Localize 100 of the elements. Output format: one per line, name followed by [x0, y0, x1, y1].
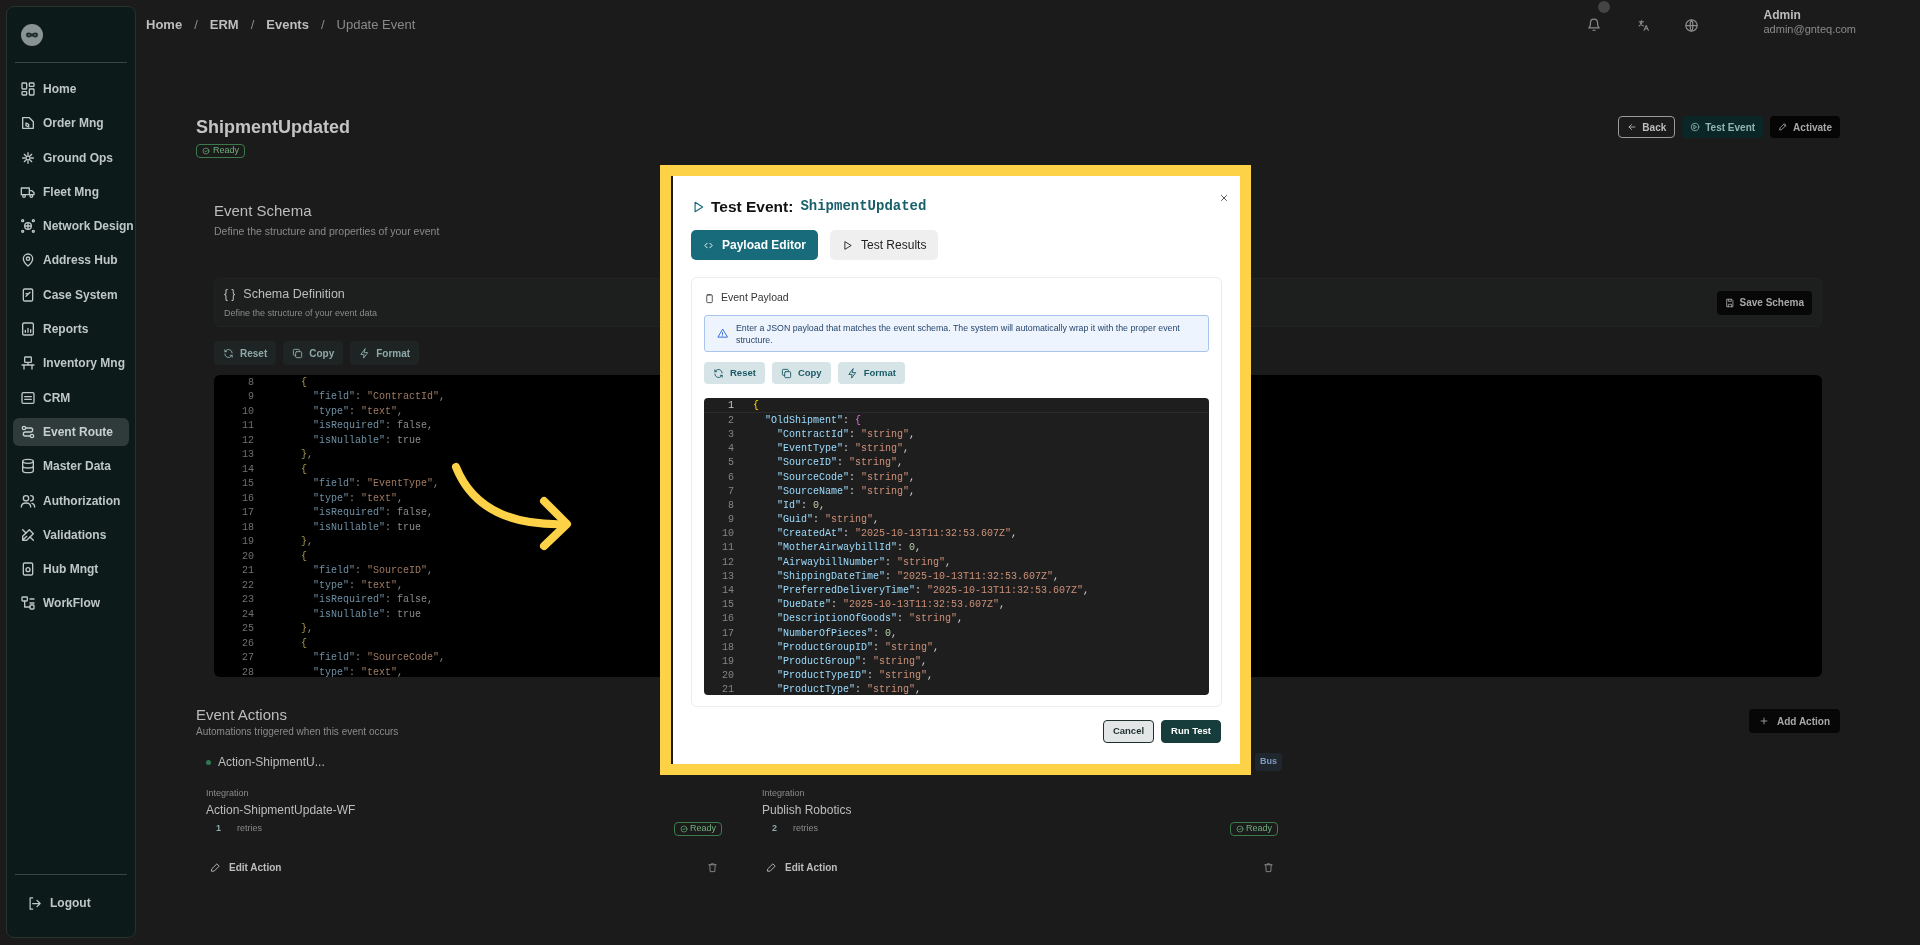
line-number: 28	[241, 665, 254, 677]
line-number: 9	[727, 513, 734, 528]
code-line: "Id": 0,	[776, 498, 826, 513]
code-line: "AirwaybillNumber": "string",	[776, 555, 952, 570]
code-line: "type": "text",	[312, 404, 404, 419]
line-number: 18	[241, 520, 254, 535]
code-line: "type": "text",	[312, 491, 404, 506]
code-line: "NumberOfPieces": 0,	[776, 626, 898, 641]
code-line: "SourceName": "string",	[776, 484, 916, 499]
code-line: "PreferredDeliveryTime": "2025-10-13T11:32:53.607Z",	[776, 584, 1090, 599]
code-line: "DescriptionOfGoods": "string",	[776, 612, 964, 627]
line-number: 12	[241, 433, 254, 448]
code-line: },	[300, 448, 314, 463]
status-badge: Ready	[196, 144, 245, 158]
code-line: "field": "ContractId",	[312, 390, 446, 405]
line-number: 15	[721, 598, 734, 613]
code-line: {	[300, 462, 308, 477]
code-line: "DueDate": "2025-10-13T11:32:53.607Z",	[776, 598, 1006, 613]
line-number: 11	[241, 419, 254, 434]
line-number: 11	[721, 541, 734, 556]
line-number: 16	[721, 612, 734, 627]
code-line: "ProductTypeID": "string",	[776, 669, 934, 684]
code-line: },	[300, 622, 314, 637]
code-line: "isRequired": false,	[312, 593, 434, 608]
section-title: Event Actions	[196, 705, 287, 725]
section-subtitle: Automations triggered when this event occurs	[196, 726, 399, 738]
code-line: "ProductGroup": "string",	[776, 654, 928, 669]
code-line: {	[300, 549, 308, 564]
line-number: 27	[241, 651, 254, 666]
code-line: "MotherAirwaybillId": 0,	[776, 541, 922, 556]
retries-label: retries	[237, 822, 263, 836]
code-line: "isNullable": true	[312, 520, 422, 535]
code-line: "ContractId": "string",	[776, 427, 916, 442]
field-label: Integration	[762, 787, 805, 799]
line-number: 19	[241, 535, 254, 550]
code-line: "EventType": "string",	[776, 442, 910, 457]
breadcrumb-separator: /	[250, 16, 255, 35]
code-line: "Guid": "string",	[776, 513, 880, 528]
line-number: 16	[241, 491, 254, 506]
line-number: 10	[241, 404, 254, 419]
line-number: 23	[241, 593, 254, 608]
field-label: Integration	[206, 787, 249, 799]
line-number: 3	[727, 427, 734, 442]
dialog-title: Test Event:	[711, 197, 794, 217]
line-number: 2	[727, 413, 734, 428]
code-line: {	[300, 375, 308, 390]
line-number: 5	[727, 456, 734, 471]
line-number: 25	[241, 622, 254, 637]
line-number: 9	[247, 390, 254, 405]
card-title: Event Payload	[721, 290, 789, 306]
code-line: {	[753, 399, 759, 414]
line-number: 17	[721, 626, 734, 641]
line-number: 13	[721, 569, 734, 584]
line-number: 10	[721, 527, 734, 542]
section-title: Event Schema	[214, 201, 312, 221]
line-number: 20	[721, 669, 734, 684]
line-number: 14	[721, 584, 734, 599]
retries-label: retries	[793, 822, 819, 836]
line-number: 8	[247, 375, 254, 390]
card-title: Schema Definition	[243, 285, 345, 303]
code-line: "ProductGroupID": "string",	[776, 640, 940, 655]
line-number: 8	[727, 498, 734, 513]
event-name: ShipmentUpdated	[800, 197, 927, 217]
line-number: 24	[241, 607, 254, 622]
code-line: "isNullable": true	[312, 607, 422, 622]
retries-count: 1	[216, 822, 221, 836]
code-line: "SourceID": "string",	[776, 456, 904, 471]
info-text: Enter a JSON payload that matches the event schema. The system will automatically wrap it with the proper event structure.	[736, 322, 1181, 346]
code-line: "type": "text",	[312, 578, 404, 593]
breadcrumb-separator: /	[320, 16, 325, 35]
line-number: 18	[721, 640, 734, 655]
code-line: "CreatedAt": "2025-10-13T11:32:53.607Z",	[776, 527, 1018, 542]
line-number: 20	[241, 549, 254, 564]
line-number: 12	[721, 555, 734, 570]
card-subtitle: Define the structure of your event data	[224, 306, 378, 320]
code-line: "field": "SourceCode",	[312, 651, 446, 666]
integration-name: Action-ShipmentUpdate-WF	[206, 802, 356, 818]
code-line: "OldShipment": {	[764, 413, 862, 428]
code-line: "isRequired": false,	[312, 506, 434, 521]
line-number: 4	[727, 442, 734, 457]
line-number: 6	[727, 470, 734, 485]
code-line: "isNullable": true	[312, 433, 422, 448]
code-line: "ProductType": "string",	[776, 683, 922, 695]
code-line: {	[300, 636, 308, 651]
line-number: 15	[241, 477, 254, 492]
line-number: 21	[721, 683, 734, 695]
action-title: Action-ShipmentU...	[218, 754, 325, 771]
retries-count: 2	[772, 822, 777, 836]
line-number: 1	[727, 399, 734, 414]
code-line: },	[300, 535, 314, 550]
code-line: "field": "EventType",	[312, 477, 440, 492]
status-badge: Ready	[1230, 822, 1278, 836]
page-title: ShipmentUpdated	[196, 116, 350, 138]
user-email: admin@gnteq.com	[1763, 22, 1856, 36]
tag-badge: Bus	[1255, 753, 1282, 771]
code-line: "SourceCode": "string",	[776, 470, 916, 485]
line-number: 7	[727, 484, 734, 499]
code-line: "isRequired": false,	[312, 419, 434, 434]
section-subtitle: Define the structure and properties of your event	[214, 225, 440, 238]
line-number: 26	[241, 636, 254, 651]
